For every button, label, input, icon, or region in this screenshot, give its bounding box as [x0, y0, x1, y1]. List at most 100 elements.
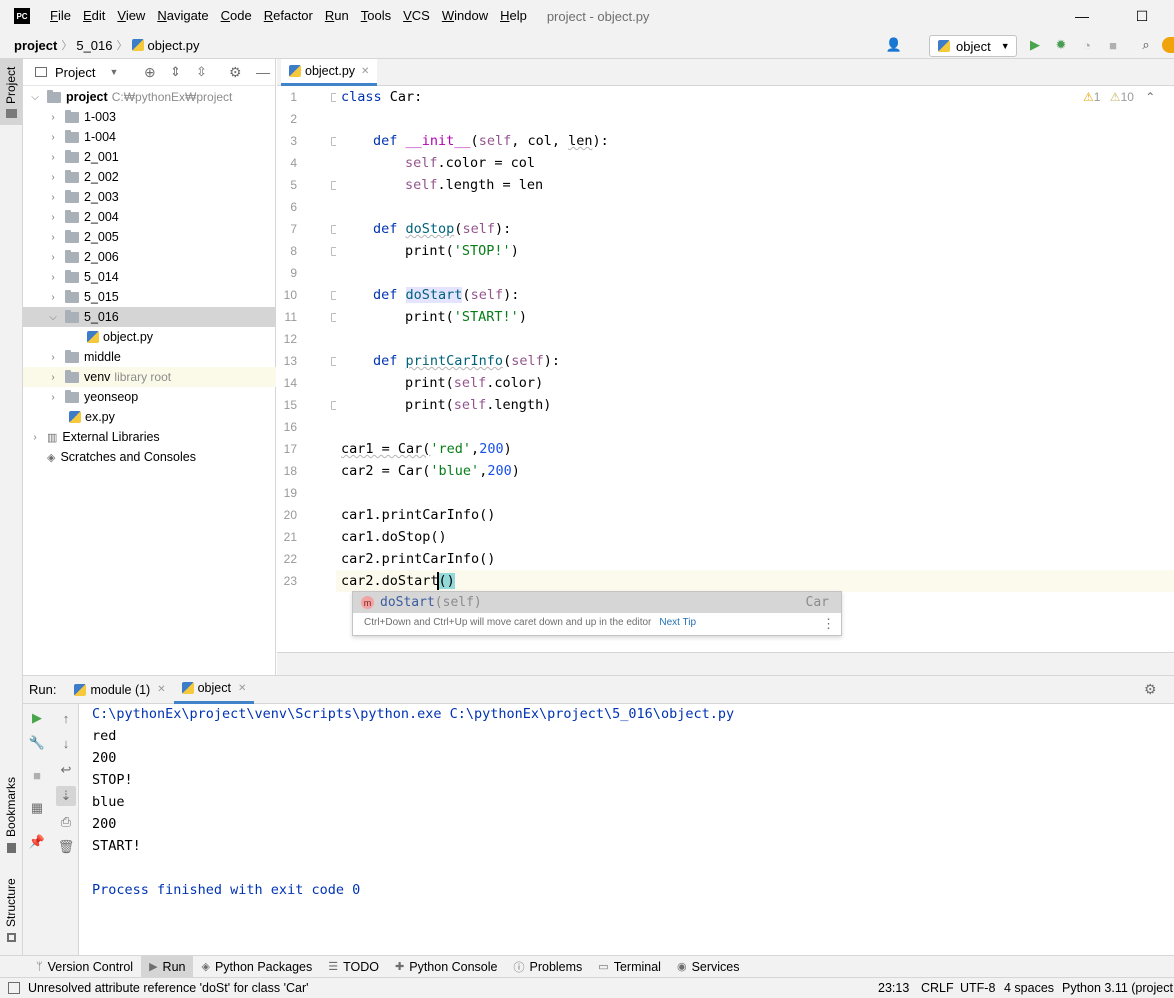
chevron-right-icon[interactable]: ›: [29, 432, 41, 443]
chevron-right-icon[interactable]: ›: [47, 352, 59, 363]
chevron-right-icon[interactable]: ›: [47, 212, 59, 223]
tree-folder[interactable]: › 2_002: [23, 167, 276, 187]
hide-icon[interactable]: —: [256, 64, 270, 80]
tree-folder-venv[interactable]: › venv library root: [23, 367, 276, 387]
chevron-right-icon[interactable]: ›: [47, 252, 59, 263]
trash-icon[interactable]: 🗑: [58, 839, 75, 855]
update-icon[interactable]: [1162, 37, 1174, 53]
tool-problems[interactable]: ⓘ Problems: [506, 956, 591, 978]
up-arrow-icon[interactable]: ↑: [58, 710, 74, 726]
menu-view[interactable]: View: [111, 0, 151, 32]
user-icon[interactable]: 👤: [886, 37, 902, 53]
tool-terminal[interactable]: ▭ Terminal: [590, 956, 669, 978]
caret-position[interactable]: 23:13: [878, 981, 909, 995]
menu-tools[interactable]: Tools: [355, 0, 397, 32]
tool-python-console[interactable]: ✚ Python Console: [387, 956, 505, 978]
stop-icon[interactable]: ■: [29, 767, 45, 783]
project-view-selector[interactable]: Project: [55, 65, 95, 80]
tree-folder-selected[interactable]: ⌵ 5_016: [23, 307, 276, 327]
tree-folder[interactable]: › 1-004: [23, 127, 276, 147]
soft-wrap-icon[interactable]: ↩: [58, 762, 74, 778]
rerun-icon[interactable]: ▶: [29, 710, 45, 726]
menu-code[interactable]: Code: [215, 0, 258, 32]
print-icon[interactable]: ⎙: [58, 814, 74, 830]
tree-external-libraries[interactable]: › ▥ External Libraries: [23, 427, 276, 447]
run-console[interactable]: C:\pythonEx\project\venv\Scripts\python.…: [80, 704, 1174, 955]
scroll-to-end-icon[interactable]: ⇣: [56, 786, 76, 806]
menu-refactor[interactable]: Refactor: [258, 0, 319, 32]
search-icon[interactable]: ⌕: [1138, 37, 1154, 53]
gear-icon[interactable]: ⚙: [1144, 681, 1157, 698]
next-tip-link[interactable]: Next Tip: [659, 617, 696, 628]
tool-run[interactable]: ▶ Run: [141, 955, 194, 978]
tree-folder[interactable]: › 2_003: [23, 187, 276, 207]
inspection-widget[interactable]: ⚠1 ⚠10 ⌃: [1083, 90, 1155, 104]
chevron-right-icon[interactable]: ›: [47, 192, 59, 203]
line-separator[interactable]: CRLF: [921, 981, 954, 995]
editor-tab-object-py[interactable]: object.py ✕: [281, 59, 378, 86]
chevron-right-icon[interactable]: ›: [47, 132, 59, 143]
run-configuration-select[interactable]: object ▼: [929, 35, 1017, 57]
chevron-down-icon[interactable]: ⌵: [47, 312, 59, 323]
pin-icon[interactable]: 📌: [29, 834, 45, 850]
tool-todo[interactable]: ☰ TODO: [320, 956, 387, 978]
file-encoding[interactable]: UTF-8: [960, 981, 995, 995]
menu-vcs[interactable]: VCS: [397, 0, 436, 32]
chevron-right-icon[interactable]: ›: [47, 152, 59, 163]
tree-folder[interactable]: › 2_001: [23, 147, 276, 167]
menu-run[interactable]: Run: [319, 0, 355, 32]
project-tool-tab[interactable]: Project: [0, 59, 22, 125]
menu-file[interactable]: File: [44, 0, 77, 32]
breadcrumb-project[interactable]: project: [10, 38, 61, 53]
tree-folder[interactable]: › yeonseop: [23, 387, 276, 407]
down-arrow-icon[interactable]: ↓: [58, 735, 74, 751]
layout-icon[interactable]: ▦: [29, 800, 45, 816]
indent-setting[interactable]: 4 spaces: [1004, 981, 1054, 995]
coverage-icon[interactable]: ◔: [1079, 37, 1095, 53]
close-tab-icon[interactable]: ✕: [157, 684, 165, 695]
breadcrumb-folder[interactable]: 5_016: [72, 38, 116, 53]
tree-folder[interactable]: › 2_005: [23, 227, 276, 247]
gear-icon[interactable]: ⚙: [229, 64, 242, 81]
chevron-right-icon[interactable]: ›: [47, 292, 59, 303]
chevron-right-icon[interactable]: ›: [47, 112, 59, 123]
tree-folder[interactable]: › 2_004: [23, 207, 276, 227]
code-editor[interactable]: ⚠1 ⚠10 ⌃ class Car: def __init__(self, c…: [336, 86, 1174, 652]
chevron-right-icon[interactable]: ›: [47, 392, 59, 403]
tree-folder[interactable]: › 5_015: [23, 287, 276, 307]
run-tab-object[interactable]: object ✕: [173, 676, 255, 704]
tree-file[interactable]: ex.py: [23, 407, 276, 427]
menu-navigate[interactable]: Navigate: [151, 0, 214, 32]
chevron-right-icon[interactable]: ›: [47, 232, 59, 243]
run-icon[interactable]: ▶: [1027, 37, 1043, 53]
maximize-button[interactable]: ☐: [1119, 0, 1165, 32]
chevron-down-icon[interactable]: ▼: [109, 67, 118, 77]
expand-all-icon[interactable]: ⇕: [170, 64, 181, 80]
tree-folder[interactable]: › 5_014: [23, 267, 276, 287]
tree-folder[interactable]: › 2_006: [23, 247, 276, 267]
close-tab-icon[interactable]: ✕: [361, 66, 369, 77]
stop-icon[interactable]: ■: [1105, 37, 1121, 53]
menu-help[interactable]: Help: [494, 0, 533, 32]
chevron-right-icon[interactable]: ›: [47, 172, 59, 183]
wrench-icon[interactable]: 🔧: [29, 735, 45, 751]
close-tab-icon[interactable]: ✕: [238, 683, 246, 694]
tool-python-packages[interactable]: ◈ Python Packages: [193, 956, 320, 978]
bookmarks-tool-tab[interactable]: Bookmarks: [0, 777, 22, 861]
menu-edit[interactable]: Edit: [77, 0, 111, 32]
completion-item[interactable]: m doStart (self) Car: [353, 592, 841, 613]
structure-tool-tab[interactable]: Structure: [0, 877, 22, 947]
tree-folder[interactable]: › middle: [23, 347, 276, 367]
breadcrumb-file[interactable]: object.py: [128, 38, 204, 53]
python-interpreter[interactable]: Python 3.11 (project: [1062, 981, 1173, 995]
more-options-icon[interactable]: ⋮: [822, 616, 835, 632]
tool-services[interactable]: ◉ Services: [669, 956, 748, 978]
debug-icon[interactable]: ✹: [1053, 37, 1069, 53]
locate-icon[interactable]: ⊕: [144, 64, 156, 81]
minimize-button[interactable]: —: [1059, 0, 1105, 32]
tree-root-project[interactable]: ⌵ project C:₩pythonEx₩project: [23, 87, 276, 107]
tree-file[interactable]: object.py: [23, 327, 276, 347]
tree-scratches[interactable]: ◈ Scratches and Consoles: [23, 447, 276, 467]
collapse-all-icon[interactable]: ⇳: [196, 64, 207, 80]
chevron-right-icon[interactable]: ›: [47, 372, 59, 383]
